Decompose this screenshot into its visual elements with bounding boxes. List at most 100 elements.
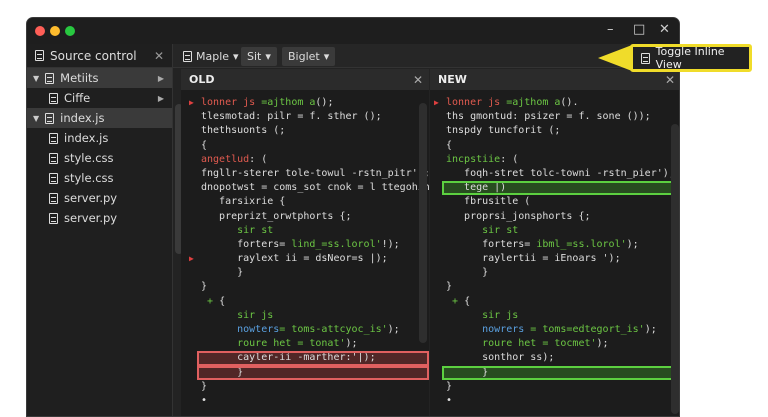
chevron-right-icon: ▶ [157, 73, 164, 83]
code-token: : ( [500, 153, 519, 165]
code-token: { [446, 139, 453, 151]
source-control-sidebar: Source control ✕ ▼ Metiits ▶ Ciffe ▶ ▼ index.js… [27, 44, 183, 416]
code-line: roure het = tonat'); [201, 337, 429, 351]
sidebar-file-item[interactable]: index.js [27, 128, 172, 148]
code-line: + { [446, 295, 679, 309]
sidebar-file-item[interactable]: server.py [27, 188, 172, 208]
code-token: } [446, 281, 453, 293]
close-icon[interactable]: ✕ [665, 73, 675, 87]
code-line: farsixrie { [201, 195, 429, 209]
code-token: ); [626, 238, 639, 250]
code-token: raylext ii = dsNeor=s |); [201, 253, 388, 265]
code-token: (). [560, 97, 579, 108]
code-line: nowters= toms-attcyoc_is'); [201, 323, 429, 337]
code-line: raylertii = iEnoars '); [446, 252, 679, 266]
sidebar-file-item[interactable]: ▼ index.js [27, 108, 172, 128]
file-icon [45, 72, 55, 84]
sit-dropdown[interactable]: Sit ▾ [241, 47, 277, 66]
new-scrollbar[interactable] [671, 124, 679, 414]
code-line: sir js [446, 309, 679, 323]
code-token: farsixrie { [201, 196, 286, 208]
sidebar-file-item[interactable]: Ciffe ▶ [27, 88, 172, 108]
editor-window: – □ ✕ Maple ▾ Sit ▾ Biglet ▾ Source control… [26, 17, 680, 417]
file-icon [641, 52, 650, 64]
sidebar-file-item[interactable]: server.py [27, 208, 172, 228]
code-line: fbrusitle ( [446, 195, 679, 209]
code-token: fbrusitle ( [446, 196, 531, 208]
minimize-icon[interactable]: – [607, 22, 614, 37]
diff-marker-icon: ▶ [189, 98, 194, 107]
file-label: Metiits [60, 71, 99, 85]
code-token: } [201, 366, 244, 378]
sidebar-file-item[interactable]: ▼ Metiits ▶ [27, 68, 172, 88]
sidebar-file-item[interactable]: style.css [27, 168, 172, 188]
old-code[interactable]: ▶ lonner js =ajthom a(); tlesmotad: pilr =… [181, 90, 448, 408]
code-token: { [201, 139, 208, 151]
code-line: roure het = tocmet'); [446, 337, 679, 351]
code-line: } [446, 266, 679, 280]
code-token: } [201, 281, 208, 293]
maximize-window-button[interactable] [65, 26, 75, 36]
code-line: angetlud: ( [201, 153, 429, 167]
file-icon [49, 192, 58, 204]
code-token: sir st [446, 224, 519, 236]
branch-dropdown[interactable]: Maple ▾ [177, 47, 245, 66]
code-line: proprsi_jonsphorts {; [446, 210, 679, 224]
code-token: lonner js [446, 97, 507, 108]
close-icon[interactable]: ✕ [659, 22, 670, 37]
code-token: • [201, 394, 208, 406]
code-token: raylertii = iEnoars '); [446, 253, 621, 265]
code-line: } [201, 380, 429, 394]
maximize-icon[interactable]: □ [633, 22, 645, 37]
file-label: style.css [64, 151, 114, 165]
file-icon [183, 51, 192, 62]
code-token: ); [596, 338, 609, 350]
code-token: sonthor ss); [446, 352, 555, 364]
added-line: tege |) [442, 181, 679, 196]
code-line: + { [201, 295, 429, 309]
biglet-dropdown[interactable]: Biglet ▾ [282, 47, 336, 66]
code-line: preprizt_orwtphorts {; [201, 210, 429, 224]
code-token: =ajthom a [506, 97, 561, 108]
code-token: ibml_=ss.lorol' [536, 238, 627, 250]
new-code[interactable]: ▶ lonner js =ajthom a(). ths gmontud: psiz… [430, 90, 679, 408]
code-line: } [201, 280, 429, 294]
old-pane-header: OLD ✕ [181, 69, 429, 90]
code-line: } [201, 266, 429, 280]
code-line: fngllr-sterer tole-towul -rstn_pitr'); [201, 167, 430, 181]
toggle-inline-view-button[interactable]: Toggle Inline View [630, 44, 752, 72]
code-token: incpstiie [446, 153, 501, 165]
code-token: lind_=ss.lorol' [291, 238, 382, 250]
code-line: • [201, 394, 429, 408]
code-line: ▶ lonner js =ajthom a(); [189, 96, 429, 110]
file-label: index.js [60, 111, 105, 125]
code-line: tlesmotad: pilr = f. sther (); [201, 110, 429, 124]
code-token: ); [345, 338, 358, 350]
code-token: nowrers [446, 324, 525, 335]
old-pane-title: OLD [189, 73, 215, 86]
tooltip-arrow [598, 45, 632, 71]
minimize-window-button[interactable] [50, 26, 60, 36]
close-icon[interactable]: ✕ [413, 73, 423, 87]
code-line: } [446, 380, 679, 394]
old-scrollbar[interactable] [419, 103, 427, 343]
code-token: { [219, 295, 226, 307]
code-line: { [446, 139, 679, 153]
code-line: { [201, 139, 429, 153]
code-token: angetlud [201, 153, 250, 165]
code-token: sir st [201, 224, 274, 236]
tooltip-label: Toggle Inline View [655, 45, 725, 71]
biglet-label: Biglet [288, 50, 320, 63]
code-token: dnopotwst = coms_sot cnok = l ttegohin !… [201, 182, 448, 194]
code-line: ▶ raylext ii = dsNeor=s |); [189, 252, 429, 266]
sidebar-file-item[interactable]: style.css [27, 148, 172, 168]
code-token: lonner js [201, 97, 262, 108]
code-token: sir js [201, 309, 274, 321]
code-token: nowters [201, 324, 280, 335]
code-line: foqh-stret tolc-towni -rstn_pier'); [446, 167, 679, 181]
code-token: = toms-attcyoc_is' [279, 324, 388, 335]
close-window-button[interactable] [35, 26, 45, 36]
close-icon[interactable]: ✕ [154, 49, 164, 63]
code-token: forters= [201, 238, 292, 250]
code-token: } [446, 366, 489, 378]
